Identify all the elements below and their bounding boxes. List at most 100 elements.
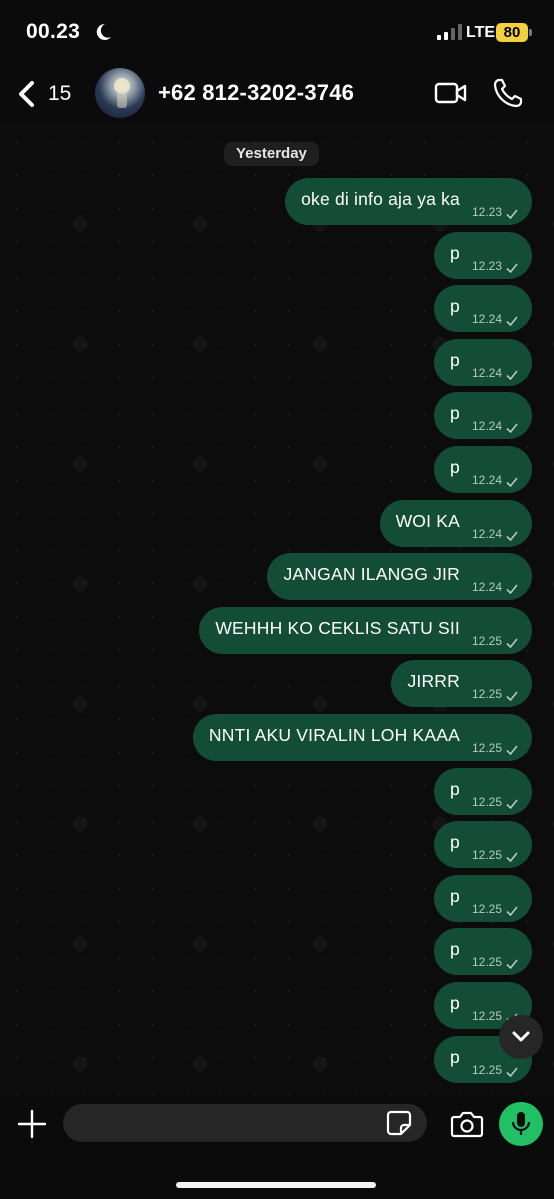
message-text: WEHHH KO CEKLIS SATU SII	[215, 617, 460, 638]
single-check-icon	[506, 852, 518, 863]
avatar-image	[114, 78, 130, 108]
moon-icon	[96, 23, 111, 40]
message-bubble[interactable]: p 12.24	[434, 392, 532, 440]
message-text: p	[450, 939, 460, 960]
avatar[interactable]	[95, 68, 145, 118]
single-check-icon	[506, 799, 518, 809]
single-check-icon	[506, 584, 518, 595]
message-time: 12.24	[471, 526, 502, 541]
phone-call-icon[interactable]	[492, 77, 524, 109]
message-bubble[interactable]: NNTI AKU VIRALIN LOH KAAA 12.25	[192, 713, 532, 761]
message-time: 12.25	[471, 1062, 502, 1077]
message-bubble[interactable]: p 12.23	[434, 231, 532, 279]
message-meta: 12.24	[471, 419, 532, 434]
message-time: 12.25	[471, 848, 502, 863]
message-bubble[interactable]: WEHHH KO CEKLIS SATU SII 12.25	[199, 606, 532, 654]
message-time: 12.25	[471, 794, 502, 809]
single-check-icon	[506, 477, 518, 487]
message-meta: 12.25	[471, 687, 532, 702]
chevron-down-icon	[512, 1031, 530, 1042]
scroll-to-bottom-button[interactable]	[499, 1015, 543, 1059]
message-bubble[interactable]: p 12.24	[434, 285, 532, 333]
chat-header: 15 +62 812-3202-3746	[0, 62, 554, 124]
message-list: oke di info aja ya ka 12.23 p 12.23 p 12.24 p 1…	[32, 178, 532, 1089]
status-time: 00.23	[26, 20, 81, 43]
message-meta: 12.25	[471, 955, 532, 970]
message-time: 12.25	[471, 740, 502, 755]
message-text: p	[450, 403, 460, 424]
voice-message-button[interactable]	[499, 1102, 543, 1146]
message-input[interactable]	[63, 1104, 427, 1142]
message-text: p	[450, 349, 460, 370]
date-separator: Yesterday	[224, 142, 319, 166]
message-text: p	[450, 832, 460, 853]
microphone-icon	[511, 1112, 531, 1135]
single-check-icon	[506, 263, 518, 273]
message-bubble[interactable]: p 12.25	[434, 874, 532, 922]
message-time: 12.24	[471, 312, 502, 327]
message-bubble[interactable]: WOI KA 12.24	[379, 499, 532, 547]
single-check-icon	[506, 370, 518, 380]
status-bar: 00.23 LTE 80	[0, 0, 554, 62]
message-bubble[interactable]: p 12.25	[434, 928, 532, 976]
message-bubble[interactable]: oke di info aja ya ka 12.23	[285, 178, 532, 225]
network-type: LTE	[466, 24, 496, 41]
message-text: p	[450, 885, 460, 906]
message-time: 12.24	[471, 472, 502, 487]
message-time: 12.25	[471, 633, 502, 648]
back-button[interactable]: 15	[16, 78, 84, 110]
home-indicator	[176, 1182, 376, 1188]
message-meta: 12.24	[472, 473, 532, 487]
message-text: p	[450, 296, 460, 317]
plus-icon[interactable]	[16, 1108, 48, 1140]
message-text: oke di info aja ya ka	[301, 189, 460, 209]
message-meta: 12.24	[472, 580, 532, 595]
message-time: 12.25	[471, 1008, 502, 1023]
camera-icon[interactable]	[450, 1109, 484, 1139]
contact-name[interactable]: +62 812-3202-3746	[158, 80, 354, 106]
message-time: 12.25	[471, 955, 502, 970]
message-text: JANGAN ILANGG JIR	[283, 564, 460, 585]
single-check-icon	[506, 691, 518, 702]
message-meta: 12.25	[472, 1063, 532, 1077]
chat-area[interactable]: Yesterday oke di info aja ya ka 12.23 p 12.…	[0, 124, 554, 1094]
single-check-icon	[506, 638, 518, 648]
message-bubble[interactable]: JIRRR 12.25	[391, 660, 532, 708]
single-check-icon	[506, 316, 518, 327]
single-check-icon	[506, 209, 518, 219]
message-time: 12.23	[471, 258, 502, 273]
message-time: 12.23	[471, 205, 502, 219]
message-bubble[interactable]: p 12.25	[434, 821, 532, 869]
message-text: p	[450, 992, 460, 1013]
single-check-icon	[506, 906, 518, 916]
single-check-icon	[506, 959, 518, 970]
battery-level: 80	[496, 23, 528, 42]
message-time: 12.25	[471, 901, 502, 916]
battery-nub	[529, 29, 532, 36]
back-chevron-icon	[19, 81, 34, 107]
message-bubble[interactable]: JANGAN ILANGG JIR 12.24	[267, 553, 532, 601]
message-meta: 12.25	[471, 848, 532, 863]
signal-icon	[437, 24, 462, 40]
message-meta: 12.25	[472, 902, 532, 916]
message-meta: 12.24	[472, 527, 532, 541]
video-call-icon[interactable]	[434, 80, 468, 106]
single-check-icon	[506, 423, 518, 434]
message-text: p	[450, 242, 460, 263]
message-text: JIRRR	[407, 671, 460, 692]
message-text: p	[450, 778, 460, 799]
message-meta: 12.23	[472, 259, 532, 273]
message-text: WOI KA	[395, 510, 460, 531]
message-text: p	[450, 1046, 460, 1067]
message-time: 12.24	[471, 419, 502, 434]
message-time: 12.24	[471, 365, 502, 380]
message-meta: 12.25	[472, 634, 532, 648]
message-bubble[interactable]: p 12.25	[434, 767, 532, 815]
message-meta: 12.24	[472, 366, 532, 380]
message-bubble[interactable]: p 12.24	[434, 338, 532, 386]
message-time: 12.25	[471, 687, 502, 702]
sticker-icon[interactable]	[386, 1110, 412, 1136]
message-text: NNTI AKU VIRALIN LOH KAAA	[208, 724, 460, 745]
message-bubble[interactable]: p 12.24	[434, 445, 532, 493]
message-meta: 12.23	[472, 205, 532, 219]
